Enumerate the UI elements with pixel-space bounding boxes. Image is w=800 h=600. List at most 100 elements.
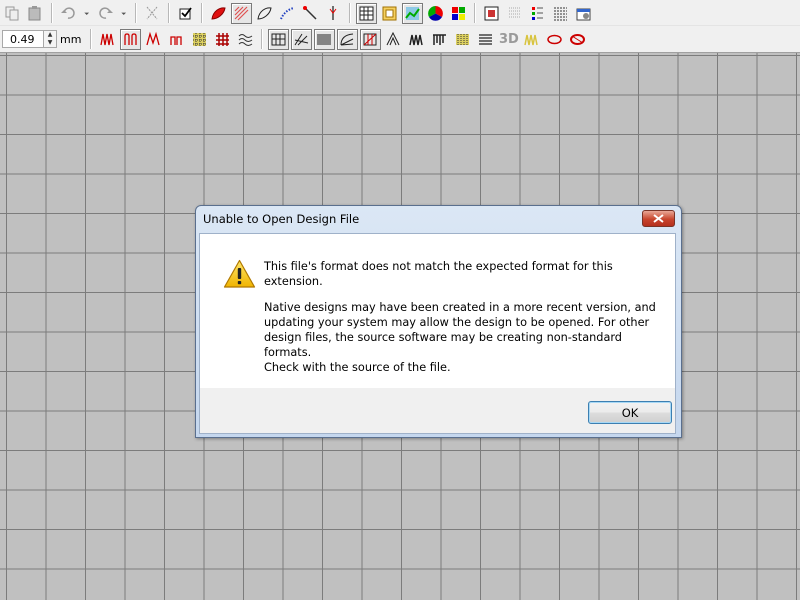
snap-icon <box>146 6 158 19</box>
cross-fill-icon <box>193 32 207 46</box>
spacing-arrows[interactable]: ▲ ▼ <box>44 30 57 48</box>
needle-point-button[interactable] <box>323 3 344 24</box>
color-list-button[interactable] <box>527 3 548 24</box>
redo-icon <box>99 6 113 19</box>
spacing-unit: mm <box>60 32 82 46</box>
select-button[interactable] <box>175 3 196 24</box>
undo-button[interactable] <box>58 3 79 24</box>
stitch-grid-button[interactable] <box>268 28 290 50</box>
stitch-diagonal-icon <box>295 33 309 45</box>
properties-icon <box>576 8 591 20</box>
stitch-comb-button[interactable] <box>429 29 450 50</box>
stitch-3d-button[interactable]: 3D <box>498 29 519 50</box>
dialog-message: This file's format does not match the ex… <box>264 259 664 386</box>
sequence-button[interactable] <box>550 3 571 24</box>
zigzag-red-button[interactable] <box>97 29 118 50</box>
ellipse-red-button[interactable] <box>567 29 588 50</box>
close-button[interactable] <box>642 210 675 227</box>
grid-icon <box>359 6 374 20</box>
fill-shape-icon <box>211 6 226 20</box>
dialog-body: This file's format does not match the ex… <box>199 233 676 434</box>
zigzag-red-icon <box>100 33 115 45</box>
tatami-red-icon <box>170 35 183 45</box>
needle-button[interactable] <box>300 3 321 24</box>
stitch-cross-icon <box>363 33 377 45</box>
stitch-diagonal-button[interactable] <box>291 28 313 50</box>
paste-icon <box>28 5 41 20</box>
grid-button[interactable] <box>356 2 377 24</box>
checkbox-icon <box>179 6 192 19</box>
hoop-icon <box>382 6 397 20</box>
stitch-wave-button[interactable] <box>406 29 427 50</box>
satin-red-icon <box>124 32 138 45</box>
wave-fill-icon <box>239 33 253 46</box>
grid-fill-button[interactable] <box>212 29 233 50</box>
wave-fill-button[interactable] <box>235 29 256 50</box>
snap-button[interactable] <box>142 3 163 24</box>
tatami-red-button[interactable] <box>166 29 187 50</box>
undo-dropdown[interactable] <box>81 3 93 24</box>
outline-shape-button[interactable] <box>254 3 275 24</box>
dialog-content: This file's format does not match the ex… <box>200 234 675 388</box>
dots-grid-button[interactable] <box>504 3 525 24</box>
fill-shape-button[interactable] <box>208 3 229 24</box>
needle-point-icon <box>329 5 337 20</box>
spacing-spinner: 0.49 ▲ ▼ mm <box>2 30 81 48</box>
wave-red-button[interactable] <box>143 29 164 50</box>
stitch-zig-button[interactable] <box>521 29 542 50</box>
stitch-peak-icon <box>386 31 400 45</box>
ellipse-red-icon <box>570 33 586 45</box>
ellipse-outline-icon <box>547 34 563 44</box>
stitch-zig-icon <box>524 34 539 45</box>
chevron-down-icon <box>121 12 127 15</box>
stitch-peak-button[interactable] <box>383 29 404 50</box>
preview-button[interactable] <box>481 3 502 24</box>
stitch-curve-button[interactable] <box>337 28 359 50</box>
color-list-icon <box>532 6 543 20</box>
properties-button[interactable] <box>573 3 594 24</box>
stitch-dots-icon <box>456 33 470 45</box>
hoop-button[interactable] <box>379 3 400 24</box>
dots-grid-icon <box>509 7 520 17</box>
stitch-dense-icon <box>317 33 331 45</box>
needle-icon <box>303 5 317 20</box>
redo-dropdown[interactable] <box>118 3 130 24</box>
paste-button[interactable] <box>25 3 46 24</box>
ok-button[interactable]: OK <box>588 401 672 424</box>
chart-button[interactable] <box>402 2 423 24</box>
text-3d: 3D <box>499 31 519 47</box>
wave-red-icon <box>146 31 161 45</box>
fill-pattern-button[interactable] <box>231 2 252 24</box>
stitch-grid-icon <box>271 33 286 45</box>
palette-button[interactable] <box>448 3 469 24</box>
redo-button[interactable] <box>95 3 116 24</box>
color-wheel-icon <box>428 5 443 21</box>
outline-shape-icon <box>257 6 272 20</box>
chevron-down-icon <box>84 12 90 15</box>
color-wheel-button[interactable] <box>425 3 446 24</box>
copy-button[interactable] <box>2 3 23 24</box>
warning-icon <box>223 259 256 288</box>
dotted-outline-button[interactable] <box>277 3 298 24</box>
stitch-lines-button[interactable] <box>475 29 496 50</box>
spin-up-icon[interactable]: ▲ <box>44 31 56 39</box>
palette-icon <box>452 6 465 20</box>
satin-red-button[interactable] <box>120 28 142 50</box>
close-icon <box>653 214 664 223</box>
main-toolbar <box>0 0 800 26</box>
dotted-outline-icon <box>280 6 295 19</box>
stitch-dense-button[interactable] <box>314 28 336 50</box>
undo-icon <box>61 6 75 19</box>
copy-icon <box>5 6 19 20</box>
stitch-cross-button[interactable] <box>360 28 382 50</box>
fill-pattern-icon <box>234 6 249 20</box>
ellipse-outline-button[interactable] <box>544 29 565 50</box>
cross-fill-button[interactable] <box>189 29 210 50</box>
stitch-wave-icon <box>409 34 424 45</box>
spacing-input[interactable]: 0.49 <box>2 30 44 48</box>
stitch-lines-icon <box>479 33 493 45</box>
dialog-titlebar[interactable]: Unable to Open Design File <box>196 206 681 230</box>
spin-down-icon[interactable]: ▼ <box>44 39 56 47</box>
dialog-title: Unable to Open Design File <box>203 212 360 226</box>
stitch-dots-button[interactable] <box>452 29 473 50</box>
